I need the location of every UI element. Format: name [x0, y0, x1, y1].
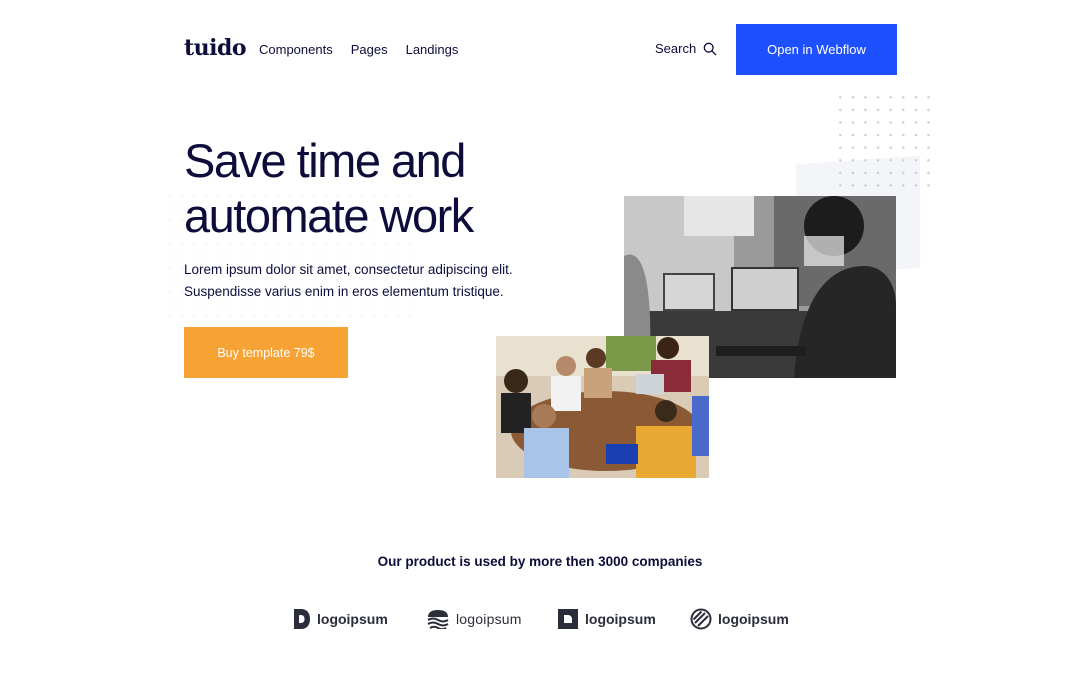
site-header: tuido Components Pages Landings Search O…	[184, 24, 897, 75]
search-icon	[703, 42, 717, 55]
waves-icon	[427, 610, 449, 629]
circle-slash-icon	[690, 608, 712, 630]
d-shape-icon	[294, 609, 310, 629]
search-label: Search	[655, 41, 697, 56]
partner-logo-1-label: logoipsum	[317, 611, 388, 627]
hero-lead-line1: Lorem ipsum dolor sit amet, consectetur …	[184, 262, 513, 277]
nav-components[interactable]: Components	[259, 42, 333, 57]
open-in-webflow-button[interactable]: Open in Webflow	[736, 24, 897, 75]
team-photo	[496, 336, 709, 478]
search-button[interactable]: Search	[655, 41, 717, 56]
dot-pattern-right	[834, 91, 930, 187]
hero-headline-line1: Save time and	[184, 134, 466, 187]
partner-logo-3: logoipsum	[557, 606, 656, 632]
partner-logo-2-label: logoipsum	[456, 611, 522, 627]
nav-landings[interactable]: Landings	[406, 42, 459, 57]
hero-headline-line2: automate work	[184, 189, 474, 242]
buy-template-button[interactable]: Buy template 79$	[184, 327, 348, 378]
nav-pages[interactable]: Pages	[351, 42, 388, 57]
logo-strip: logoipsum logoipsum logoipsum logoipsum	[293, 606, 793, 634]
partner-logo-2: logoipsum	[426, 606, 522, 632]
partner-logo-4-label: logoipsum	[718, 611, 789, 627]
hero-lead-line2: Suspendisse varius enim in eros elementu…	[184, 284, 504, 299]
partner-logo-4: logoipsum	[690, 606, 789, 632]
brand-logo[interactable]: tuido	[184, 35, 247, 61]
square-cutout-icon	[558, 609, 578, 629]
main-nav: Components Pages Landings	[259, 42, 458, 57]
hero-headline: Save time and automate work	[184, 133, 544, 243]
partner-logo-1: logoipsum	[293, 606, 388, 632]
hero-lead: Lorem ipsum dolor sit amet, consectetur …	[184, 259, 524, 303]
partner-logo-3-label: logoipsum	[585, 611, 656, 627]
trust-heading: Our product is used by more then 3000 co…	[377, 554, 703, 569]
